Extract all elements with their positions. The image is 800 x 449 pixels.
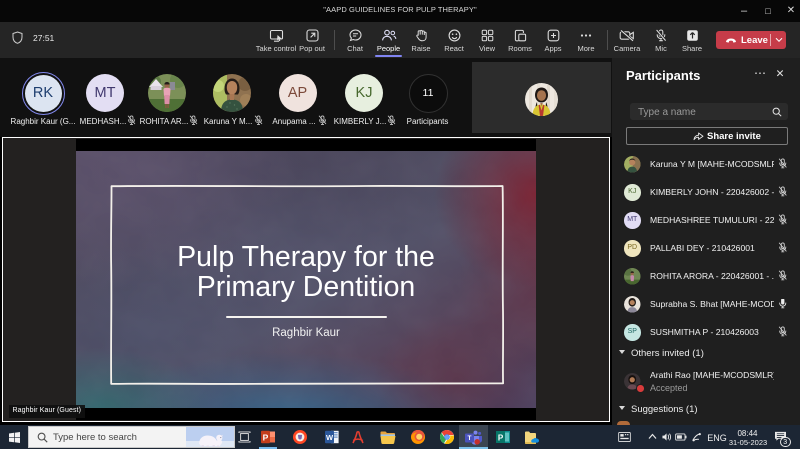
svg-text:T: T [468, 435, 472, 442]
svg-text:P: P [263, 432, 269, 442]
svg-text:W: W [326, 433, 334, 442]
svg-text:P: P [498, 433, 504, 442]
